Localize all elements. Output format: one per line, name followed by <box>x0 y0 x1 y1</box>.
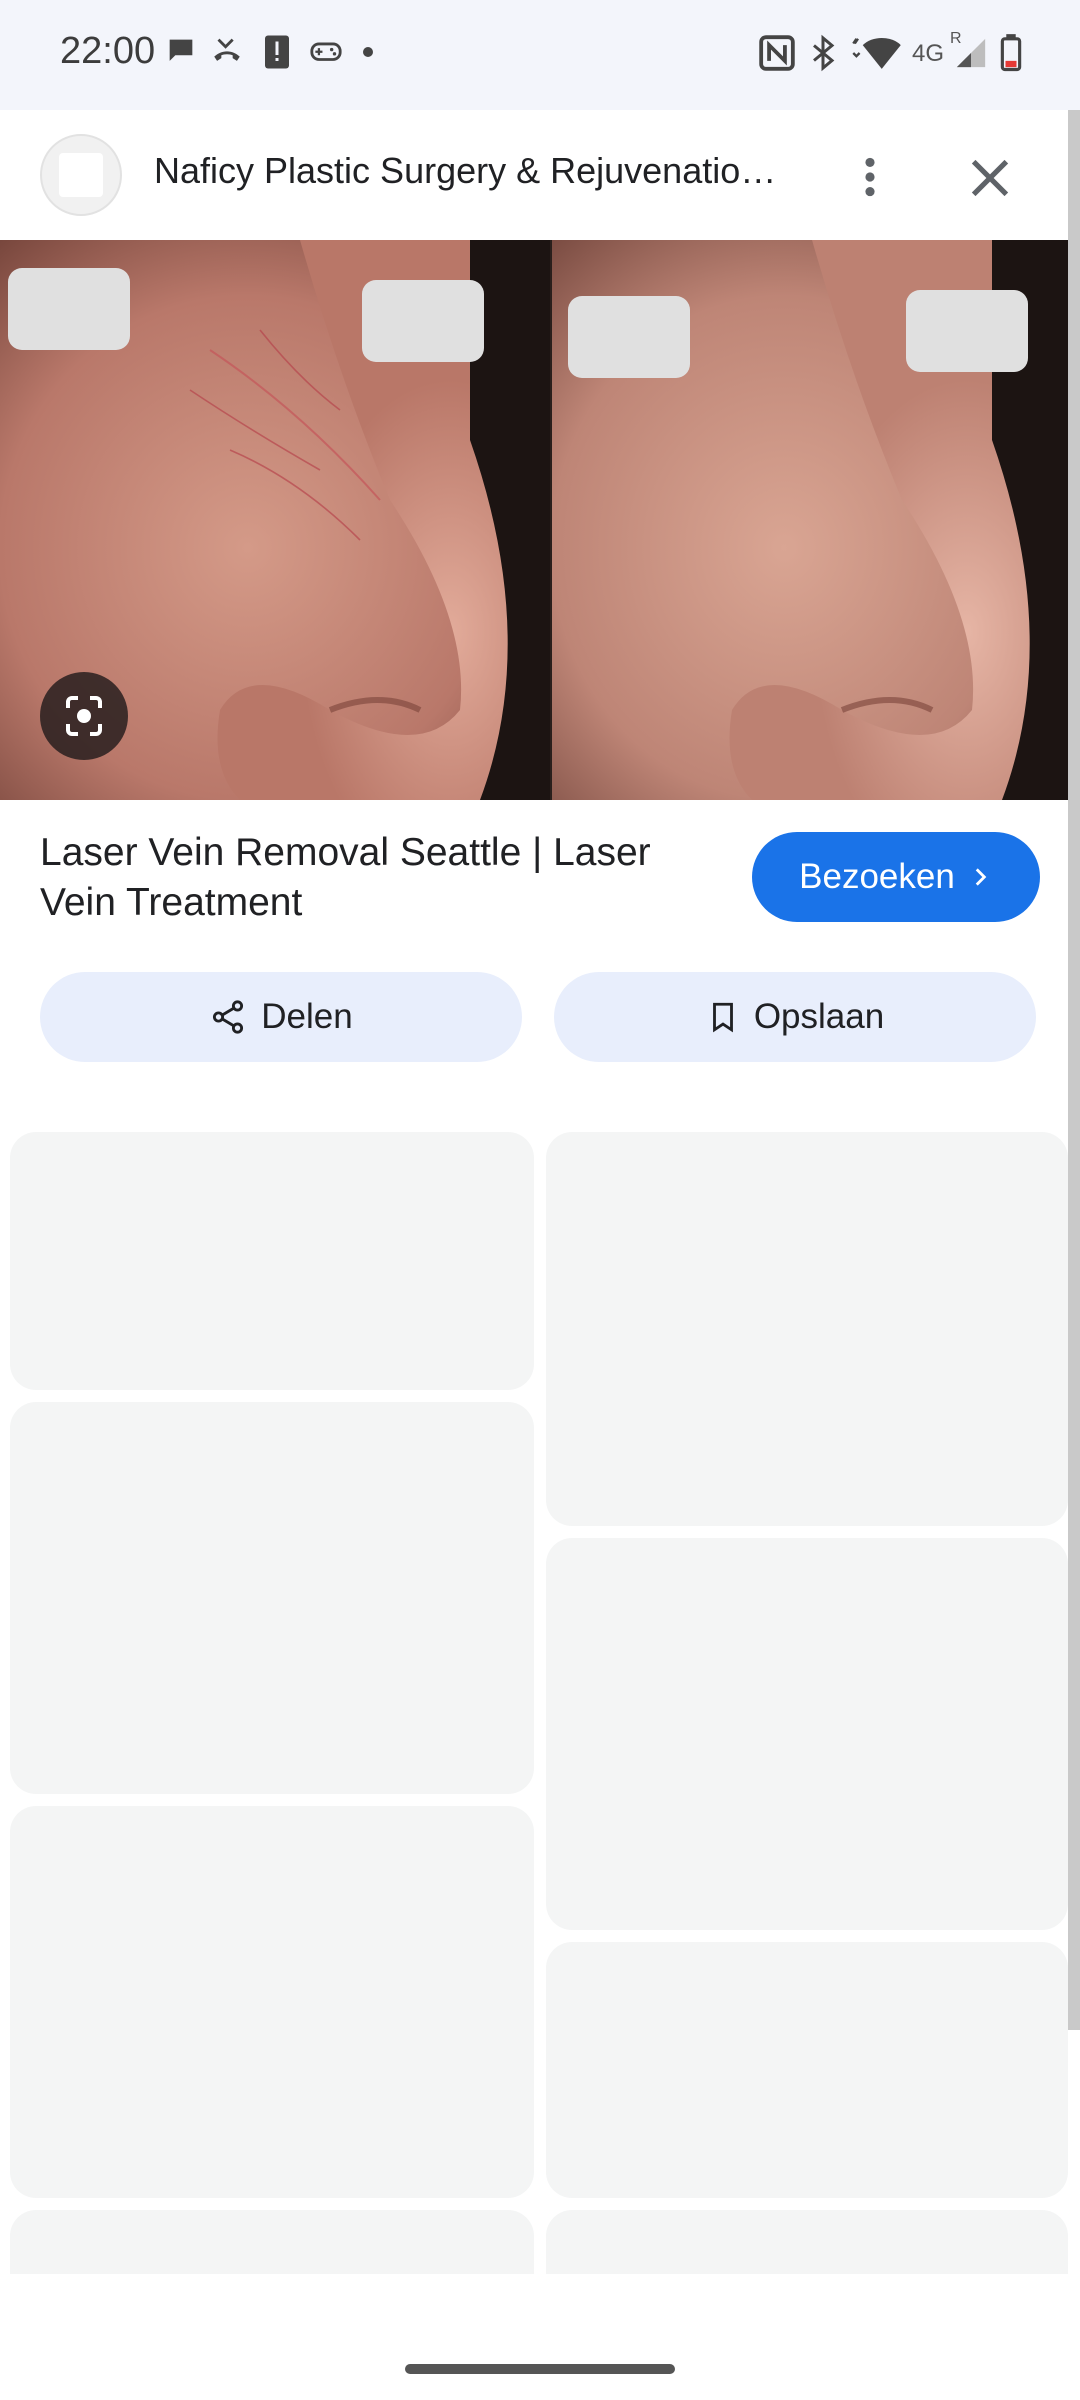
result-image[interactable] <box>0 240 1068 800</box>
related-image-placeholder[interactable] <box>10 1402 534 1794</box>
related-image-placeholder[interactable] <box>10 2210 534 2274</box>
close-icon[interactable] <box>962 150 1018 206</box>
related-image-placeholder[interactable] <box>546 1538 1068 1930</box>
save-button[interactable]: Opslaan <box>554 972 1036 1062</box>
more-vert-icon[interactable] <box>845 152 895 202</box>
scrollbar[interactable] <box>1068 110 1080 2030</box>
battery-icon <box>1000 34 1022 72</box>
alert-icon <box>265 35 289 69</box>
share-button-label: Delen <box>261 997 353 1036</box>
share-button[interactable]: Delen <box>40 972 522 1062</box>
missed-call-icon <box>214 38 240 61</box>
visit-button-label: Bezoeken <box>799 857 955 896</box>
related-image-placeholder[interactable] <box>546 1132 1068 1526</box>
eye-blocker <box>906 290 1028 372</box>
wifi-icon <box>852 37 901 69</box>
signal-icon <box>956 38 986 68</box>
eye-blocker <box>362 280 484 362</box>
related-image-placeholder[interactable] <box>10 1132 534 1390</box>
eye-blocker <box>568 296 690 378</box>
gesture-navigation-bar[interactable] <box>405 2364 675 2374</box>
share-icon <box>213 1000 244 1034</box>
related-image-placeholder[interactable] <box>546 2210 1068 2274</box>
nfc-icon <box>759 35 795 71</box>
site-title[interactable]: Naficy Plastic Surgery & Rejuvenation ..… <box>154 150 794 192</box>
lens-icon <box>66 696 102 736</box>
lens-button[interactable] <box>40 672 128 760</box>
related-image-placeholder[interactable] <box>10 1806 534 2198</box>
eye-blocker <box>8 268 130 350</box>
site-favicon[interactable] <box>40 134 122 216</box>
chevron-right-icon <box>975 868 987 886</box>
save-button-label: Opslaan <box>753 997 885 1036</box>
dot-icon <box>363 47 373 57</box>
related-image-placeholder[interactable] <box>546 1942 1068 2198</box>
status-bar: 22:00 4G R <box>0 0 1080 110</box>
bookmark-icon <box>712 1002 733 1033</box>
visit-button[interactable]: Bezoeken <box>752 832 1040 922</box>
chat-icon <box>169 39 193 61</box>
result-title[interactable]: Laser Vein Removal Seattle | Laser Vein … <box>40 828 700 928</box>
gamepad-icon <box>310 42 342 61</box>
status-time: 22:00 <box>60 30 156 72</box>
network-label: 4G <box>912 40 945 67</box>
result-header: Naficy Plastic Surgery & Rejuvenation ..… <box>0 110 1080 241</box>
bluetooth-icon <box>813 34 835 72</box>
